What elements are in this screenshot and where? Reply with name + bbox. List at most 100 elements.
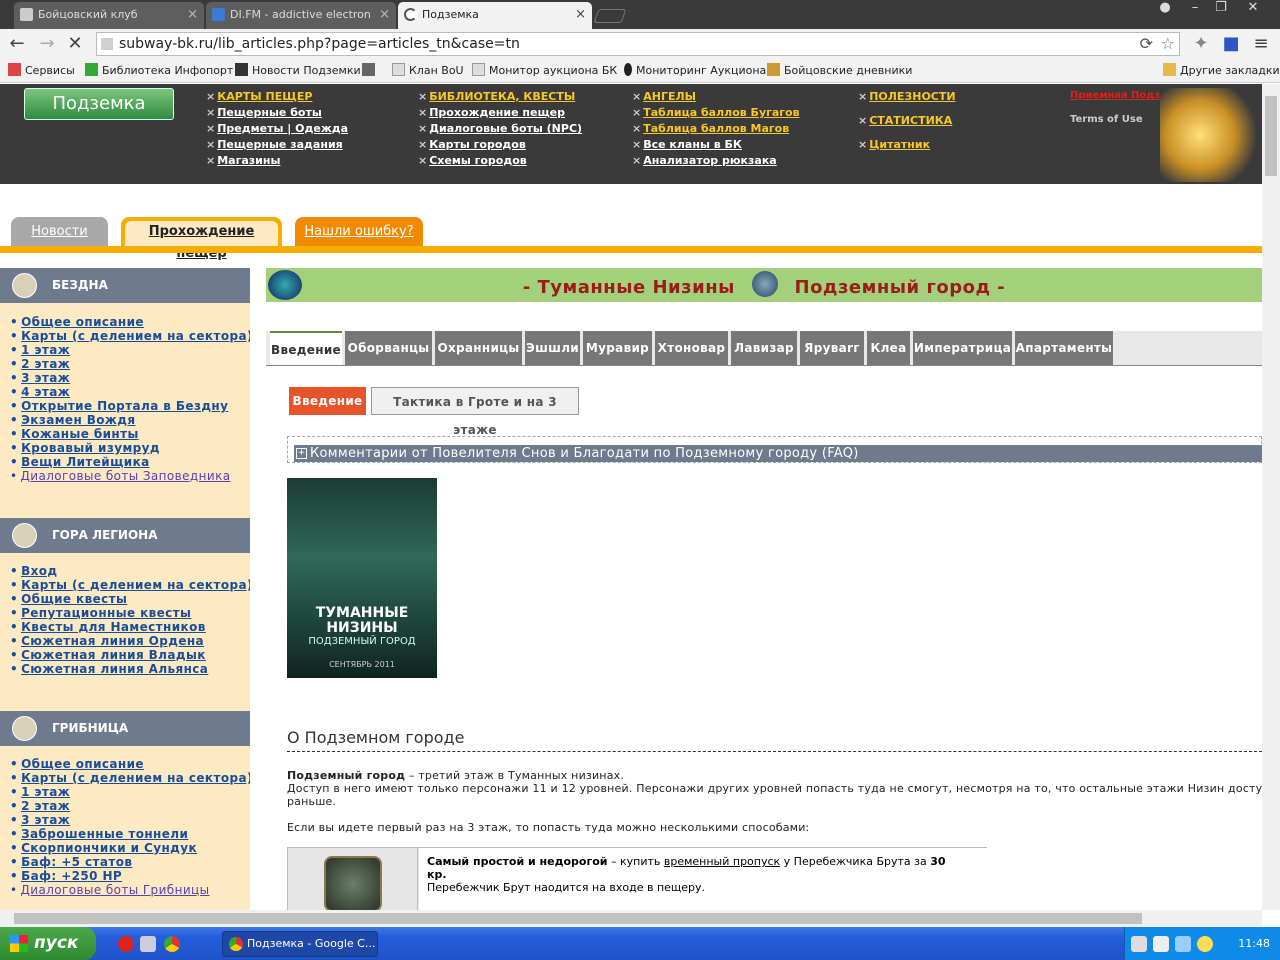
nav-all-clans[interactable]: Все кланы в БК (632, 138, 742, 151)
sidebar-link[interactable]: 3 этаж (10, 371, 70, 385)
sidebar-link[interactable]: Карты (с делением на сектора) (10, 771, 250, 785)
sidebar-link[interactable]: Сюжетная линия Владык (10, 648, 206, 662)
restore-button[interactable]: ❐ (1208, 0, 1234, 18)
sidebar-link[interactable]: Общее описание (10, 757, 144, 771)
tab-chtonovar[interactable]: Хтоновар (655, 331, 728, 365)
subtab-tactics[interactable]: Тактика в Гроте и на 3 этаже (371, 387, 579, 437)
sidebar-link[interactable]: Кровавый изумруд (10, 441, 160, 455)
temporary-pass-link[interactable]: временный пропуск (664, 855, 780, 868)
tab-ragamuffins[interactable]: Оборванцы (345, 331, 432, 365)
nav-cave-maps[interactable]: КАРТЫ ПЕЩЕР (206, 90, 312, 103)
nav-library-quests[interactable]: БИБЛИОТЕКА, КВЕСТЫ (418, 90, 575, 103)
sidebar-link[interactable]: Общее описание (10, 315, 144, 329)
expand-plus-icon[interactable]: + (296, 448, 307, 459)
sidebar-link[interactable]: Карты (с делением на сектора) (10, 329, 250, 343)
nav-dialog-bots[interactable]: Диалоговые боты (NPC) (418, 122, 582, 135)
close-icon[interactable]: × (187, 2, 198, 27)
sidebar-link[interactable]: Квесты для Наместников (10, 620, 206, 634)
nav-useful[interactable]: ПОЛЕЗНОСТИ (858, 90, 955, 103)
sidebar-link[interactable]: Скорпиончики и Сундук (10, 841, 197, 855)
nav-angels[interactable]: АНГЕЛЫ (632, 90, 696, 103)
sidebar-link[interactable]: 4 этаж (10, 385, 70, 399)
bookmark-auction-monitoring[interactable]: Мониторинг Аукциона (624, 63, 766, 77)
sidebar-link[interactable]: Баф: +5 статов (10, 855, 132, 869)
bookmark-clan[interactable]: Клан BoU (392, 63, 464, 77)
menu-icon[interactable]: ≡ (1250, 33, 1272, 55)
subtab-intro[interactable]: Введение (289, 387, 366, 415)
sidebar-link[interactable]: Баф: +250 HP (10, 869, 122, 883)
network-icon[interactable] (1175, 936, 1191, 952)
browser-tab-fightclub[interactable]: Бойцовский клуб × (14, 2, 204, 29)
close-icon[interactable]: × (379, 2, 390, 27)
sidebar-link[interactable]: 2 этаж (10, 799, 70, 813)
sidebar-link[interactable]: 2 этаж (10, 357, 70, 371)
nav-statistics[interactable]: СТАТИСТИКА (858, 114, 952, 127)
horizontal-scroll-thumb[interactable] (14, 913, 1142, 924)
nav-city-schemes[interactable]: Схемы городов (418, 154, 527, 167)
sidebar-link[interactable]: 1 этаж (10, 785, 70, 799)
bookmark-other[interactable]: Другие закладки (1163, 63, 1280, 77)
comments-panel[interactable]: + Комментарии от Повелителя Снов и Благо… (287, 436, 1262, 463)
sidebar-link[interactable]: Карты (с делением на сектора) (10, 578, 250, 592)
sidebar-link[interactable]: Вход (10, 564, 58, 578)
help-icon[interactable] (1153, 936, 1169, 952)
bookmark-services[interactable]: Сервисы (8, 63, 75, 77)
nav-cave-walkthrough[interactable]: Прохождение пещер (418, 106, 565, 119)
site-tab-walkthrough[interactable]: Прохождение пещер (121, 217, 282, 261)
sidebar-link[interactable]: Заброшенные тоннели (10, 827, 188, 841)
sidebar-link[interactable]: Открытие Портала в Бездну (10, 399, 228, 413)
window-close-button[interactable]: ✕ (1240, 0, 1266, 18)
keyboard-icon[interactable] (1131, 936, 1147, 952)
tab-klea[interactable]: Клеа (867, 331, 910, 365)
reload-icon[interactable]: ⟳ (1140, 33, 1153, 55)
tab-empress[interactable]: Императрица (913, 331, 1012, 365)
tab-intro[interactable]: Введение (270, 331, 342, 365)
tab-muravir[interactable]: Муравир (583, 331, 652, 365)
vertical-scroll-thumb[interactable] (1265, 96, 1277, 176)
comments-toggle[interactable]: + Комментарии от Повелителя Снов и Благо… (294, 445, 1262, 462)
forward-button[interactable]: → (36, 33, 58, 55)
sidebar-link[interactable]: Сюжетная линия Ордена (10, 634, 204, 648)
sidebar-link[interactable]: 1 этаж (10, 343, 70, 357)
sidebar-link-dialog-bots[interactable]: Диалоговые боты Заповедника (10, 469, 230, 483)
bookmark-library[interactable]: Библиотека Инфопорт (85, 63, 233, 77)
nav-backpack-analyzer[interactable]: Анализатор рюкзака (632, 154, 777, 167)
opera-icon[interactable] (118, 936, 134, 952)
nav-items[interactable]: Предметы | Одежда (206, 122, 348, 135)
taskbar-window-chrome[interactable]: Подземка - Google C... (222, 931, 378, 957)
new-tab-button[interactable] (593, 9, 627, 23)
tab-lavizar[interactable]: Лавизар (731, 331, 797, 365)
site-logo[interactable]: Подземка (24, 88, 174, 120)
sidebar-link[interactable]: Репутационные квесты (10, 606, 191, 620)
nav-cave-tasks[interactable]: Пещерные задания (206, 138, 343, 151)
nav-city-maps[interactable]: Карты городов (418, 138, 526, 151)
browser-tab-podzemka[interactable]: Подземка × (398, 2, 592, 29)
nav-quotes[interactable]: Цитатник (858, 138, 930, 151)
nav-terms[interactable]: Terms of Use (1070, 114, 1143, 125)
sidebar-link[interactable]: Сюжетная линия Альянса (10, 662, 208, 676)
close-icon[interactable]: × (575, 2, 586, 27)
vertical-scrollbar[interactable] (1262, 84, 1280, 910)
nav-cave-bots[interactable]: Пещерные боты (206, 106, 322, 119)
chrome-icon[interactable] (164, 936, 180, 952)
bookmark-auction-monitor[interactable]: Монитор аукциона БК (472, 63, 617, 77)
nav-mage-scores[interactable]: Таблица баллов Магов (632, 122, 789, 135)
explorer-icon[interactable] (140, 936, 156, 952)
sidebar-link[interactable]: Кожаные бинты (10, 427, 139, 441)
back-button[interactable]: ← (6, 33, 28, 55)
tab-yaruvarg[interactable]: Яруваrг (800, 331, 864, 365)
sidebar-link[interactable]: Вещи Литейщика (10, 455, 150, 469)
sidebar-link[interactable]: Общие квесты (10, 592, 127, 606)
sidebar-link[interactable]: 3 этаж (10, 813, 70, 827)
tab-guardians[interactable]: Охранницы (435, 331, 522, 365)
nav-bugag-scores[interactable]: Таблица баллов Бугагов (632, 106, 799, 119)
extension-lock-icon[interactable]: ■ (1220, 33, 1242, 55)
user-profile-icon[interactable]: ● (1152, 0, 1178, 18)
notification-icon[interactable] (1197, 936, 1213, 952)
tab-apartments[interactable]: Апартаменты (1015, 331, 1113, 365)
site-tab-news[interactable]: Новости (11, 217, 108, 246)
bookmark-news[interactable]: Новости Подземки (235, 63, 361, 77)
sidebar-link-dialog-bots[interactable]: Диалоговые боты Грибницы (10, 883, 209, 897)
sidebar-link[interactable]: Экзамен Вождя (10, 413, 135, 427)
stop-button[interactable]: ✕ (64, 33, 86, 55)
